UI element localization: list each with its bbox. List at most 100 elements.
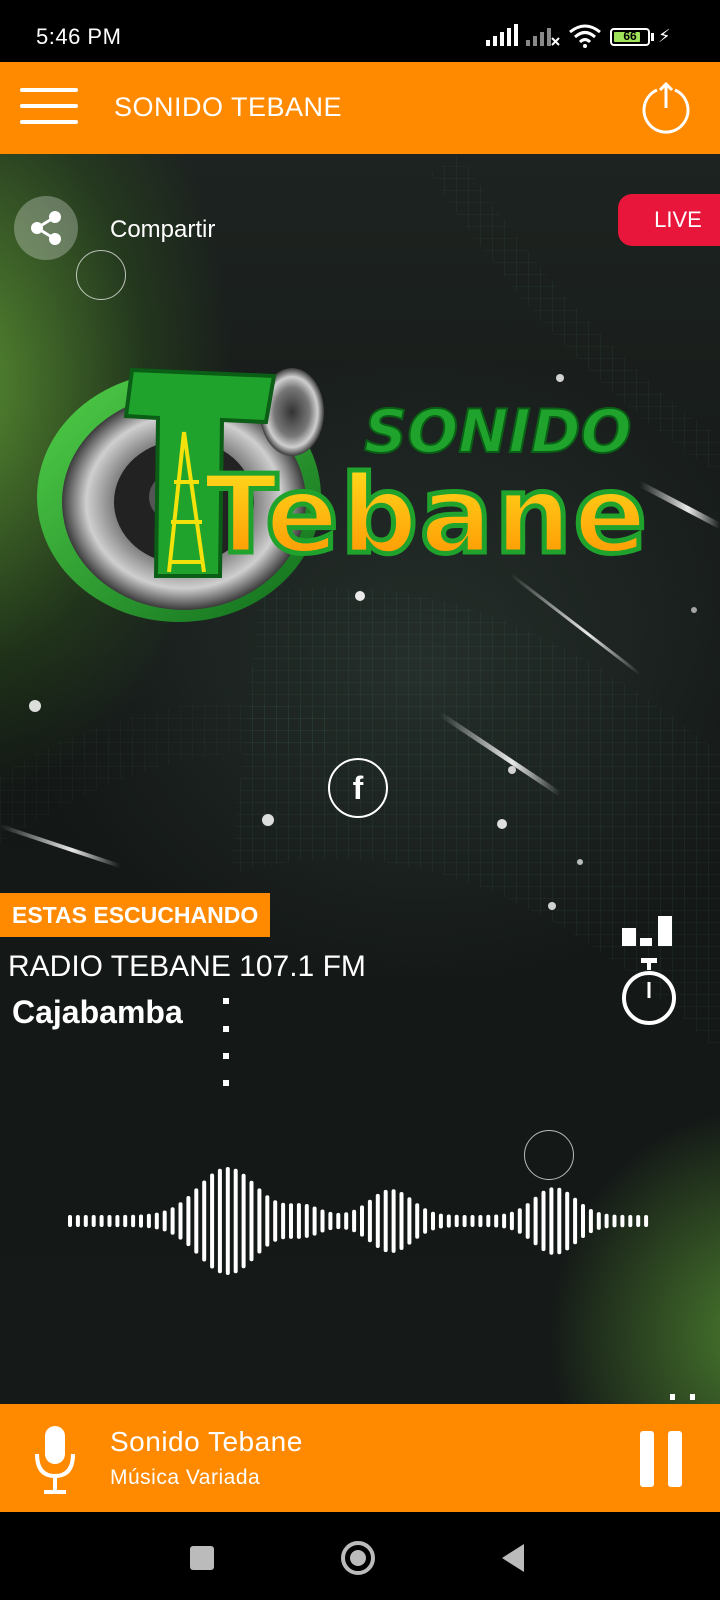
audio-waveform (68, 1167, 649, 1275)
waveform-bar (360, 1205, 364, 1237)
share-button[interactable] (14, 196, 78, 260)
waveform-bar (628, 1215, 633, 1228)
status-time: 5:46 PM (36, 24, 122, 49)
waveform-bar (162, 1210, 167, 1232)
waveform-bar (344, 1212, 349, 1230)
waveform-bar (225, 1167, 230, 1275)
waveform-bar (509, 1211, 514, 1231)
signal-icon (486, 24, 518, 46)
station-logo: SONIDO Tebane (37, 367, 649, 622)
corner-dots (670, 1394, 695, 1400)
waveform-bar (446, 1214, 451, 1228)
waveform-bar (202, 1180, 207, 1262)
waveform-bar (367, 1199, 372, 1243)
player-bar: Sonido Tebane Música Variada (0, 1404, 720, 1512)
waveform-bar (438, 1213, 443, 1229)
pause-button[interactable] (640, 1431, 686, 1487)
waveform-bar (588, 1209, 593, 1234)
station-name: RADIO TEBANE 107.1 FM (8, 950, 366, 983)
share-label[interactable]: Compartir (110, 216, 215, 244)
decorative-ring (76, 250, 126, 300)
waveform-bar (517, 1208, 522, 1234)
waveform-bar (462, 1215, 467, 1228)
waveform-bar (399, 1192, 404, 1250)
waveform-bar (454, 1214, 459, 1228)
waveform-bar (273, 1200, 278, 1242)
waveform-bar (478, 1215, 483, 1228)
loading-dots (223, 998, 231, 1098)
station-city: Cajabamba (12, 994, 183, 1030)
waveform-bar (241, 1173, 246, 1269)
waveform-bar (210, 1173, 215, 1269)
logo-main-text: Tebane (204, 453, 649, 578)
waveform-bar (573, 1197, 578, 1245)
waveform-bar (620, 1214, 625, 1228)
waveform-bar (83, 1215, 88, 1227)
waveform-bar (636, 1215, 641, 1227)
waveform-bar (644, 1215, 649, 1227)
waveform-bar (423, 1208, 428, 1234)
waveform-bar (194, 1188, 199, 1254)
equalizer-icon[interactable] (622, 916, 674, 948)
battery-icon: 66 (610, 28, 650, 46)
facebook-button[interactable]: f (328, 758, 388, 818)
status-icons: 66 ⚡ (486, 24, 676, 48)
waveform-bar (296, 1203, 301, 1239)
share-icon (31, 211, 61, 245)
power-icon[interactable] (640, 82, 692, 134)
status-bar: 5:46 PM 66 ⚡ (0, 0, 720, 62)
nav-back-icon[interactable] (500, 1542, 526, 1574)
microphone-icon (35, 1426, 75, 1494)
waveform-bar (596, 1212, 601, 1230)
waveform-bar (383, 1189, 388, 1253)
waveform-bar (257, 1188, 262, 1254)
waveform-bar (139, 1214, 143, 1228)
waveform-bar (604, 1213, 609, 1229)
waveform-bar (75, 1215, 80, 1227)
battery-level: 66 (623, 29, 637, 43)
waveform-bar (494, 1214, 499, 1228)
waveform-bar (336, 1212, 341, 1230)
signal-2-icon (526, 28, 560, 46)
waveform-bar (533, 1196, 538, 1246)
waveform-bar (107, 1215, 112, 1227)
menu-button[interactable] (20, 88, 80, 128)
facebook-icon: f (352, 770, 364, 806)
waveform-bar (502, 1213, 507, 1229)
waveform-bar (486, 1214, 491, 1228)
waveform-bar (233, 1168, 238, 1274)
charging-icon: ⚡ (658, 26, 671, 46)
app-title: SONIDO TEBANE (114, 92, 343, 122)
now-playing-tag: ESTAS ESCUCHANDO (0, 893, 271, 937)
system-nav-bar (0, 1512, 720, 1600)
timer-icon[interactable] (620, 958, 678, 1028)
waveform-bar (170, 1207, 175, 1235)
waveform-bar (217, 1168, 222, 1274)
waveform-bar (91, 1215, 96, 1227)
waveform-bar (99, 1215, 104, 1227)
waveform-bar (178, 1202, 183, 1240)
waveform-bar (470, 1215, 475, 1227)
waveform-bar (146, 1213, 151, 1229)
waveform-bar (565, 1191, 570, 1251)
nav-recents-icon[interactable] (190, 1546, 214, 1570)
waveform-bar (304, 1204, 309, 1238)
waveform-bar (249, 1180, 254, 1262)
pause-icon (640, 1431, 654, 1487)
waveform-bar (265, 1195, 270, 1247)
waveform-bar (407, 1197, 412, 1245)
waveform-bar (352, 1209, 357, 1233)
waveform-bar (541, 1190, 546, 1252)
nav-home-icon[interactable] (340, 1540, 376, 1576)
waveform-bar (549, 1187, 554, 1255)
waveform-bar (612, 1214, 617, 1228)
waveform-bar (154, 1212, 159, 1230)
waveform-bar (289, 1203, 293, 1239)
waveform-bar (131, 1214, 136, 1228)
waveform-bar (557, 1187, 562, 1255)
waveform-bar (431, 1211, 435, 1231)
waveform-bar (525, 1203, 530, 1239)
waveform-bar (391, 1189, 396, 1253)
waveform-bar (68, 1215, 72, 1227)
waveform-bar (328, 1211, 333, 1231)
